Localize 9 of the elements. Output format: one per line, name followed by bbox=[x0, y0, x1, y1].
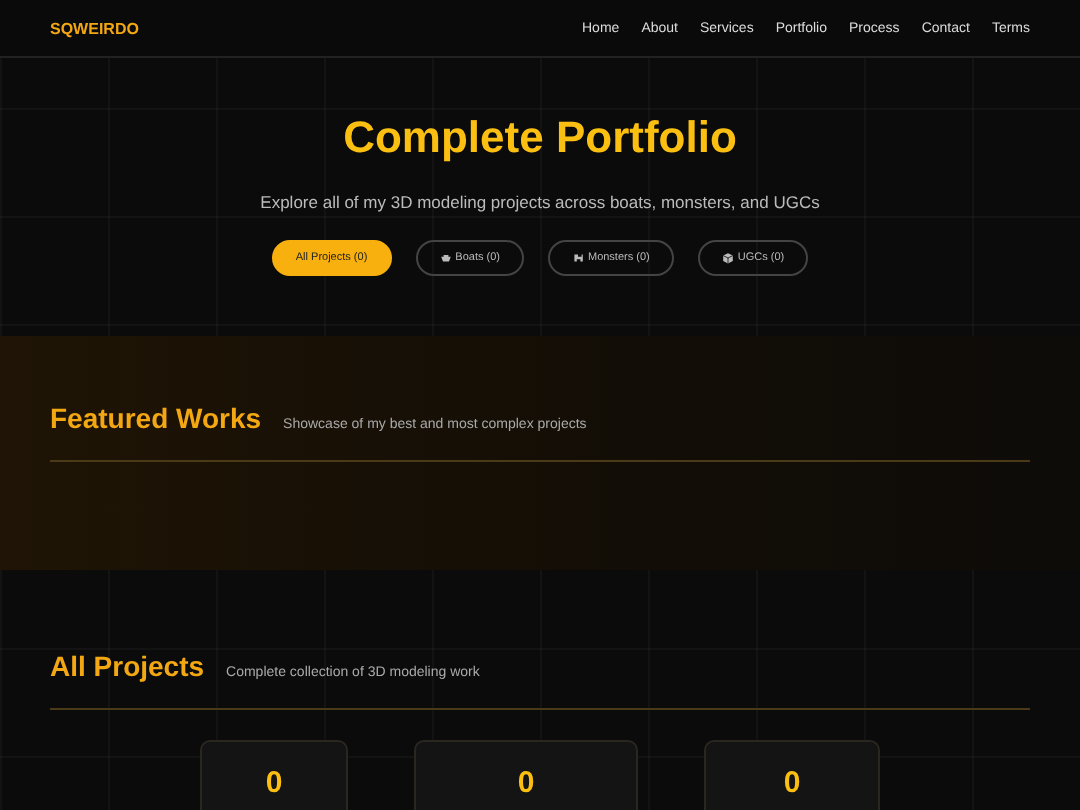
cube-icon bbox=[721, 252, 734, 264]
page-subtitle: Explore all of my 3D modeling projects across boats, monsters, and UGCs bbox=[260, 192, 820, 212]
section-title: Featured Works bbox=[50, 402, 262, 434]
page-title: Complete Portfolio bbox=[343, 112, 737, 164]
stat-value: 0 bbox=[265, 766, 283, 804]
stat-value: 0 bbox=[517, 766, 535, 804]
section-title: All Projects bbox=[50, 650, 205, 682]
site-logo[interactable]: SQWEIRDO bbox=[50, 19, 139, 37]
stat-value: 0 bbox=[783, 766, 801, 804]
